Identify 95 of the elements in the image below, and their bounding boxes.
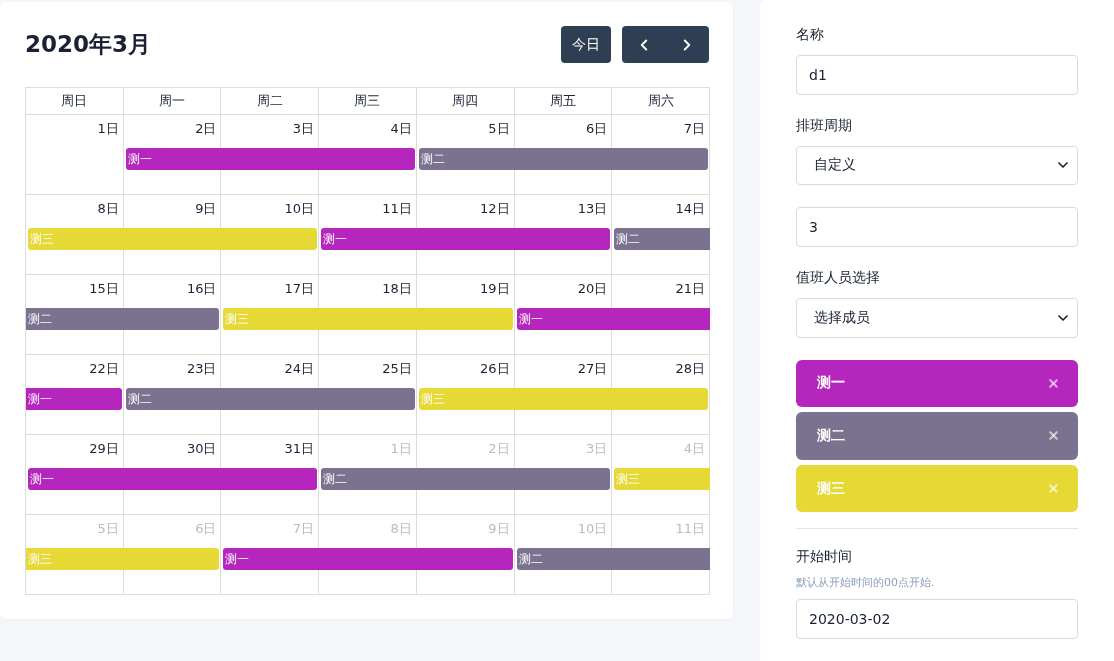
day-number: 5日 [488,120,510,138]
day-number: 29日 [89,440,119,458]
day-number: 7日 [683,120,705,138]
day-number: 1日 [97,120,119,138]
weekday-header: 周一 [123,88,222,115]
member-name: 测二 [817,426,845,445]
day-number: 28日 [675,360,705,378]
day-number: 21日 [675,280,705,298]
event-bar-segment[interactable]: 测二 [321,468,417,490]
day-number: 4日 [390,120,412,138]
day-number: 20日 [577,280,608,298]
day-number: 8日 [390,520,412,538]
remove-button[interactable] [1047,376,1060,390]
event-bar-segment[interactable]: 测一 [516,308,613,330]
event-bar-segment[interactable]: 测二 [26,308,124,330]
day-number: 3日 [586,440,608,458]
day-number: 9日 [488,520,510,538]
event-bar-segment[interactable] [612,388,708,410]
day-number: 1日 [390,440,412,458]
event-bar-segment[interactable]: 测二 [125,388,222,410]
field-hint: 默认从开始时间的00点开始. [796,575,936,591]
field-label: 排班周期 [796,116,853,135]
event-bar-segment[interactable]: 测一 [321,228,417,250]
event-bar-segment[interactable] [221,228,318,250]
event-bar-segment[interactable] [123,548,220,570]
event-bar-segment[interactable]: 测二 [418,148,515,170]
day-number: 14日 [675,200,705,218]
event-bar-segment[interactable] [319,148,415,170]
day-number: 6日 [586,120,608,138]
day-number: 5日 [97,520,119,538]
event-bar-segment[interactable] [416,308,513,330]
day-number: 11日 [675,520,705,538]
remove-button[interactable] [1047,429,1060,443]
day-number: 30日 [186,440,217,458]
event-bar-segment[interactable] [612,548,710,570]
day-number: 23日 [186,360,217,378]
day-number: 17日 [284,280,315,298]
event-bar-segment[interactable]: 测一 [28,468,124,490]
field-label: 开始时间 [796,548,853,567]
day-number: 10日 [577,520,608,538]
close-icon [1047,376,1060,390]
event-bar-segment[interactable] [416,548,513,570]
day-number: 15日 [89,280,119,298]
day-number: 18日 [382,280,412,298]
weekday-header: 周三 [319,88,417,115]
field-label: 值班人员选择 [796,268,881,287]
event-bar-segment[interactable] [319,388,415,410]
name-input[interactable]: d1 [796,55,1078,95]
today-button[interactable]: 今日 [561,26,611,63]
day-number: 26日 [480,360,510,378]
event-bar-segment[interactable]: 测二 [614,228,710,250]
day-number: 16日 [186,280,217,298]
event-bar-segment[interactable]: 测一 [125,148,222,170]
day-number: 2日 [195,120,217,138]
day-number: 12日 [480,200,510,218]
close-icon [1047,429,1060,443]
day-number: 24日 [284,360,315,378]
select-field[interactable]: 自定义 [796,145,1078,186]
cycle-days-input[interactable]: 3 [796,207,1078,247]
day-number: 22日 [89,360,119,378]
close-icon [1047,482,1060,496]
select-field[interactable]: 选择成员 [796,297,1078,338]
day-number: 6日 [195,520,217,538]
member-name: 测一 [817,374,845,393]
event-bar-segment[interactable] [221,468,318,490]
weekday-header: 周六 [612,88,710,115]
day-number: 19日 [480,280,510,298]
event-bar-segment[interactable] [514,468,611,490]
event-bar-segment[interactable] [123,308,220,330]
day-number: 13日 [577,200,608,218]
event-bar-segment[interactable]: 测二 [516,548,613,570]
day-number: 7日 [292,520,315,538]
member-name: 测三 [817,479,845,498]
day-number: 3日 [292,120,315,138]
event-bar-segment[interactable] [612,308,710,330]
day-number: 31日 [284,440,315,458]
day-number: 27日 [577,360,608,378]
day-number: 9日 [195,200,217,218]
day-number: 11日 [382,200,412,218]
day-number: 8日 [97,200,119,218]
day-number: 2日 [488,440,510,458]
day-number: 25日 [382,360,412,378]
weekday-header: 周日 [26,88,124,115]
event-bar-segment[interactable] [514,228,611,250]
date-input[interactable]: 2020-03-02 [796,599,1078,639]
weekday-header: 周五 [514,88,613,115]
event-bar-segment[interactable]: 测一 [26,388,122,410]
event-bar-segment[interactable]: 测一 [223,548,320,570]
weekday-header: 周四 [416,88,515,115]
day-number: 10日 [284,200,315,218]
calendar-title: 2020年3月 [25,30,152,59]
weekday-header: 周二 [221,88,320,115]
field-label: 名称 [796,26,825,44]
day-number: 4日 [683,440,705,458]
event-bar-segment[interactable] [612,148,708,170]
